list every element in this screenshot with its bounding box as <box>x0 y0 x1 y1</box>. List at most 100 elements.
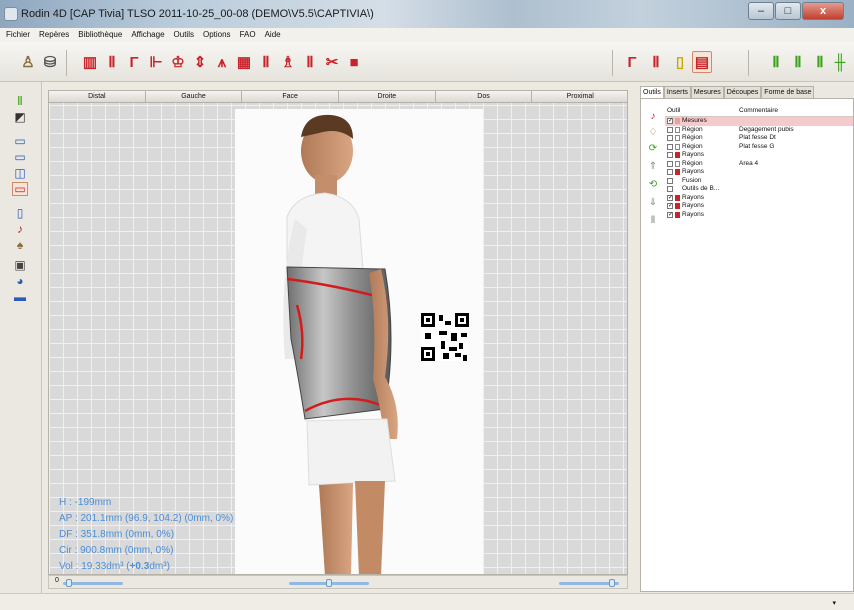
tab-droite[interactable]: Droite <box>339 91 436 102</box>
scissors-icon[interactable]: ✂ <box>322 51 342 73</box>
tab-proximal[interactable]: Proximal <box>532 91 627 102</box>
tool-checkbox[interactable]: ✓ <box>667 211 673 218</box>
green-tool-1-icon[interactable]: Ⅱ <box>766 51 786 73</box>
scale-tool-icon[interactable]: ⇕ <box>190 51 210 73</box>
table-row[interactable]: Rayons <box>665 168 853 177</box>
table-row[interactable]: ✓ Mesures <box>665 117 853 126</box>
globe-icon[interactable]: ◕ <box>12 274 28 288</box>
menu-outils[interactable]: Outils <box>174 28 194 42</box>
green-tool-3-icon[interactable]: Ⅱ <box>810 51 830 73</box>
table-row[interactable]: ✓ Rayons <box>665 211 853 220</box>
split-tool-icon[interactable]: ⊩ <box>146 51 166 73</box>
add-tool-icon[interactable]: ♪ <box>647 111 659 123</box>
pause-icon[interactable]: Ⅱ <box>647 215 659 227</box>
tool-comment <box>737 117 847 126</box>
menu-fao[interactable]: FAO <box>240 28 256 42</box>
tool-checkbox[interactable]: ✓ <box>667 203 673 210</box>
bin-tool-icon[interactable]: ▥ <box>80 51 100 73</box>
tool-cell: ✓ Rayons <box>665 194 737 203</box>
menu-reperes[interactable]: Repères <box>39 28 69 42</box>
frame-view-2-icon[interactable]: ▭ <box>12 150 28 164</box>
table-row[interactable]: Fusion <box>665 177 853 186</box>
table-row[interactable]: ✓ Rayons <box>665 194 853 203</box>
tool-checkbox[interactable] <box>667 160 673 167</box>
cut-plane-icon[interactable]: Γ <box>622 51 642 73</box>
tab-dos[interactable]: Dos <box>436 91 533 102</box>
tool-cell: Outils de B... <box>665 185 737 194</box>
green-tool-4-icon[interactable]: ╫ <box>830 51 850 73</box>
tab-face[interactable]: Face <box>242 91 340 102</box>
maximize-button[interactable]: □ <box>775 2 801 20</box>
frame-view-1-icon[interactable]: ▭ <box>12 134 28 148</box>
position-slider-knob[interactable] <box>326 579 332 587</box>
cut-tool-icon[interactable]: Ⅱ <box>300 51 320 73</box>
green-tool-2-icon[interactable]: Ⅱ <box>788 51 808 73</box>
menu-aide[interactable]: Aide <box>265 28 281 42</box>
zoom-slider-track[interactable] <box>63 582 123 585</box>
view-mode-icon[interactable]: Ⅱ <box>12 94 28 108</box>
tool-checkbox[interactable] <box>667 169 673 176</box>
sculpt-tool-icon[interactable]: ♗ <box>278 51 298 73</box>
leg-icon[interactable]: ♠ <box>12 238 28 252</box>
table-row[interactable]: Rayons <box>665 151 853 160</box>
move-up-icon[interactable]: ⇑ <box>647 161 659 173</box>
tool-name: Rayons <box>682 151 705 158</box>
foot-icon[interactable]: ♪ <box>12 222 28 236</box>
zoom-slider-knob[interactable] <box>66 579 72 587</box>
grid-tool-icon[interactable]: ▦ <box>234 51 254 73</box>
camera-icon[interactable]: ▣ <box>12 258 28 272</box>
tool-checkbox[interactable] <box>667 177 673 184</box>
tool-comment <box>737 177 847 186</box>
tab-gauche[interactable]: Gauche <box>146 91 243 102</box>
column-commentaire[interactable]: Commentaire <box>737 105 847 116</box>
layer-icon[interactable]: ▯ <box>12 206 28 220</box>
redo-icon[interactable]: ⟳ <box>647 143 659 155</box>
tool-checkbox[interactable]: ✓ <box>667 118 673 125</box>
tool-checkbox[interactable] <box>667 135 673 142</box>
menu-affichage[interactable]: Affichage <box>131 28 164 42</box>
menu-options[interactable]: Options <box>203 28 231 42</box>
tool-comment <box>737 194 847 203</box>
tool-checkbox[interactable]: ✓ <box>667 194 673 201</box>
database-icon[interactable]: ⛁ <box>40 51 60 73</box>
table-row[interactable]: Région Plat fesse G <box>665 143 853 152</box>
tab-distal[interactable]: Distal <box>49 91 146 102</box>
column-outil[interactable]: Outil <box>665 105 737 116</box>
region-icon <box>675 135 680 142</box>
patient-icon[interactable]: ♙ <box>18 51 38 73</box>
table-row[interactable]: Région Degagement pubis <box>665 126 853 135</box>
menu-bibliotheque[interactable]: Bibliothèque <box>78 28 122 42</box>
tool-name: Rayons <box>682 210 705 218</box>
scanner-icon[interactable]: ▬ <box>12 290 28 304</box>
tool-cell: ✓ Rayons <box>665 202 737 211</box>
menu-fichier[interactable]: Fichier <box>6 28 30 42</box>
refresh-icon[interactable]: ⟲ <box>647 179 659 191</box>
section-tool-icon[interactable]: Ⅱ <box>256 51 276 73</box>
table-row[interactable]: Région Area 4 <box>665 160 853 169</box>
smooth-tool-icon[interactable]: ♔ <box>168 51 188 73</box>
flatten-tool-icon[interactable]: ■ <box>344 51 364 73</box>
selected-mold-icon[interactable]: ▤ <box>692 51 712 73</box>
tool-checkbox[interactable] <box>667 152 673 159</box>
region-tool-icon[interactable]: ⩚ <box>212 51 232 73</box>
table-row[interactable]: Région Plat fesse Dt <box>665 134 853 143</box>
tool-checkbox[interactable] <box>667 126 673 133</box>
table-row[interactable]: ✓ Rayons <box>665 202 853 211</box>
tool-checkbox[interactable] <box>667 143 673 150</box>
3d-viewport[interactable]: Distal Gauche Face Droite Dos Proximal H… <box>48 90 628 575</box>
frame-view-3-icon[interactable]: ◫ <box>12 166 28 180</box>
positive-mold-icon[interactable]: ▯ <box>670 51 690 73</box>
brush-icon[interactable]: ♢ <box>647 127 659 139</box>
bend-tool-icon[interactable]: Γ <box>124 51 144 73</box>
close-button[interactable]: x <box>802 2 844 20</box>
minimize-button[interactable]: – <box>748 2 774 20</box>
frame-view-selected-icon[interactable]: ▭ <box>12 182 28 196</box>
mold-icon[interactable]: Ⅱ <box>646 51 666 73</box>
move-down-icon[interactable]: ⇓ <box>647 197 659 209</box>
slider-bar: 0 <box>48 575 628 589</box>
rotation-slider-knob[interactable] <box>608 579 615 587</box>
table-row[interactable]: Outils de B... <box>665 185 853 194</box>
tool-checkbox[interactable] <box>667 186 673 193</box>
mirror-tool-icon[interactable]: Ⅱ <box>102 51 122 73</box>
grid-view-icon[interactable]: ◩ <box>12 110 28 124</box>
